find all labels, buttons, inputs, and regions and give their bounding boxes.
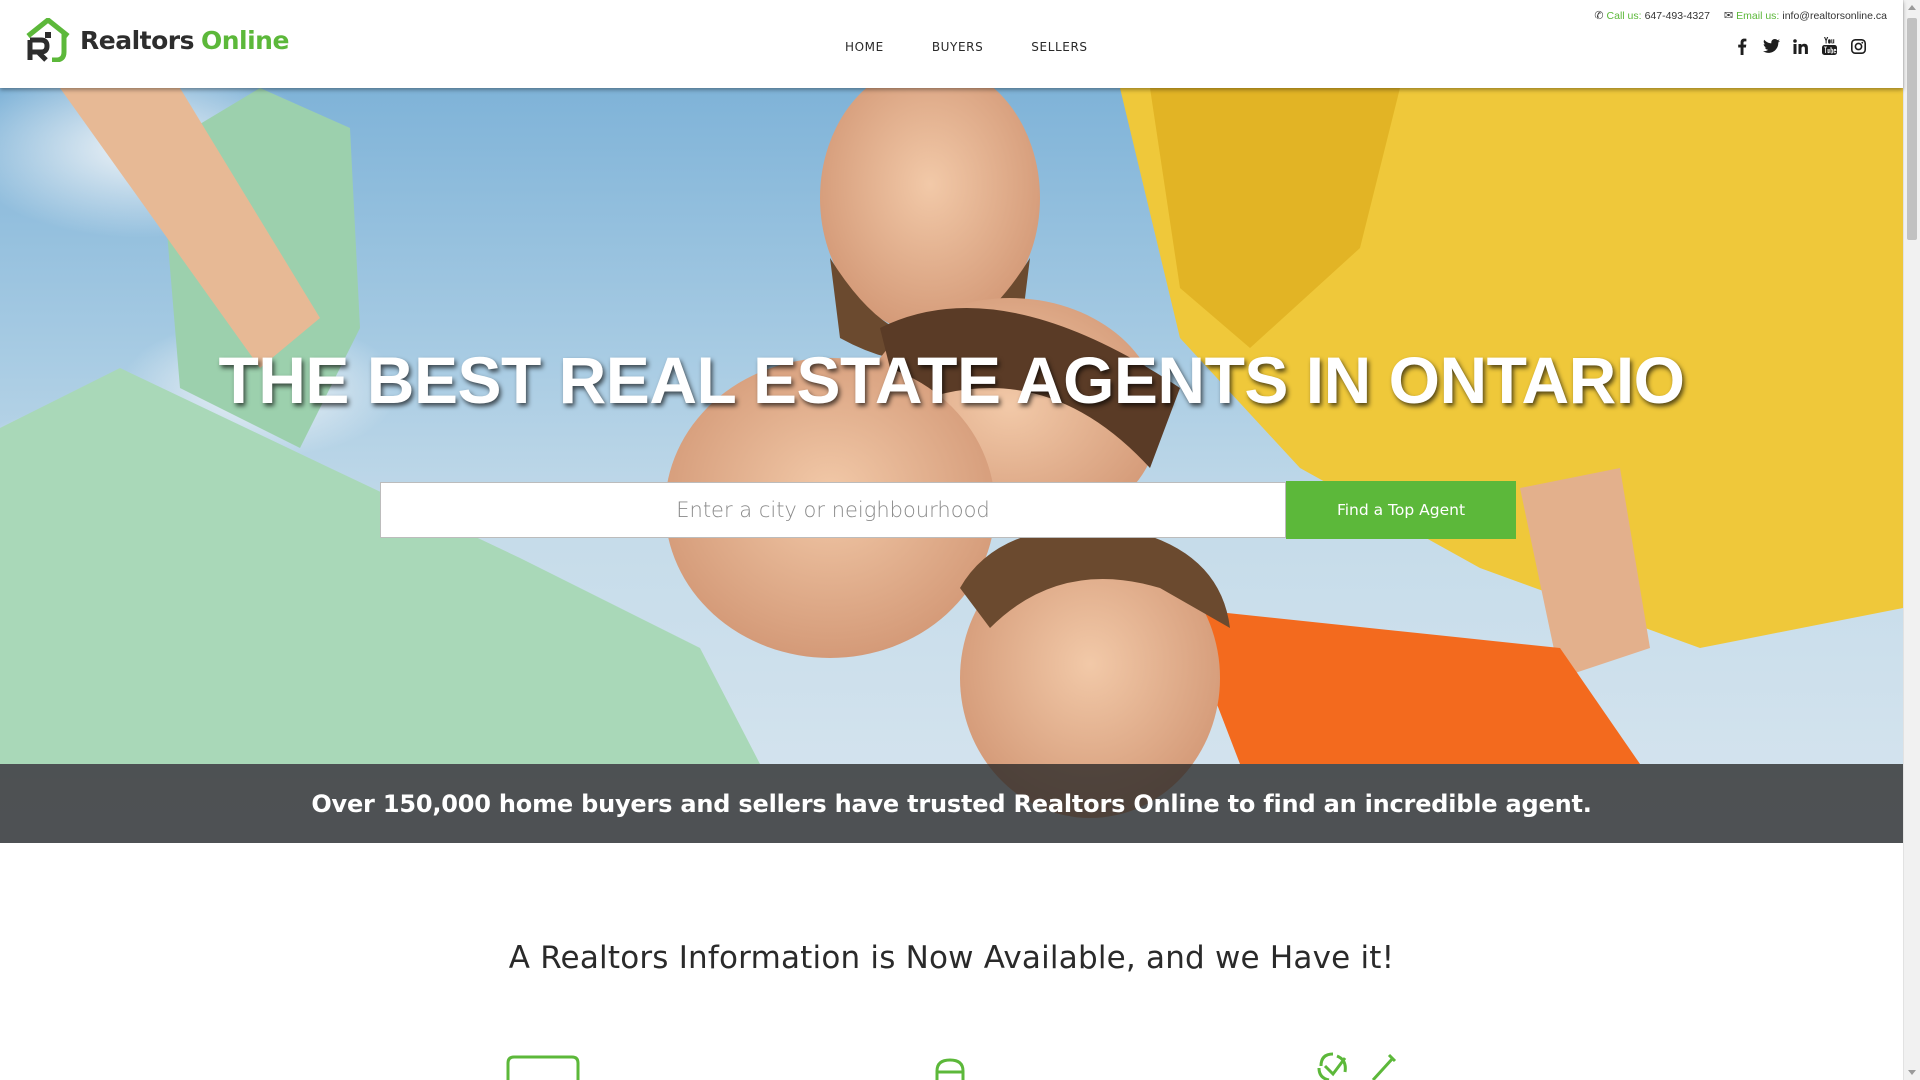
trust-banner: Over 150,000 home buyers and sellers hav… <box>0 764 1903 843</box>
nav-home[interactable]: HOME <box>845 40 884 54</box>
contact-phone[interactable]: ✆ Call us: 647-493-4327 <box>1594 9 1710 23</box>
logo-text: Realtors Online <box>80 26 289 55</box>
scroll-up-arrow-icon[interactable] <box>1908 5 1916 10</box>
twitter-icon[interactable] <box>1762 37 1780 55</box>
email-value: info@realtorsonline.ca <box>1782 9 1887 22</box>
main-nav: HOME BUYERS SELLERS <box>845 40 1136 54</box>
agent-search-form: Find a Top Agent <box>380 481 1516 539</box>
hero-background-photo <box>0 88 1903 818</box>
find-agent-button[interactable]: Find a Top Agent <box>1286 481 1516 539</box>
nav-sellers[interactable]: SELLERS <box>1031 40 1087 54</box>
youtube-icon[interactable] <box>1820 37 1838 55</box>
feature-lock-icon <box>935 1058 965 1080</box>
hero-title: THE BEST REAL ESTATE AGENTS IN ONTARIO <box>218 343 1685 417</box>
phone-label: Call us: <box>1606 9 1642 22</box>
instagram-icon[interactable] <box>1849 37 1867 55</box>
envelope-icon: ✉ <box>1723 10 1734 22</box>
city-search-input[interactable] <box>380 482 1286 538</box>
facebook-icon[interactable] <box>1733 37 1751 55</box>
contact-email[interactable]: ✉ Email us: info@realtorsonline.ca <box>1723 9 1887 23</box>
social-links <box>1722 37 1867 55</box>
trust-text: Over 150,000 home buyers and sellers hav… <box>311 789 1592 818</box>
contact-bar: ✆ Call us: 647-493-4327 ✉ Email us: info… <box>1580 9 1887 23</box>
scroll-down-arrow-icon[interactable] <box>1908 1070 1916 1075</box>
house-r-logo-icon <box>24 18 72 62</box>
nav-buyers[interactable]: BUYERS <box>932 40 983 54</box>
scrollbar-thumb[interactable] <box>1907 18 1917 240</box>
site-header: Realtors Online HOME BUYERS SELLERS ✆ Cal… <box>0 0 1903 88</box>
hero-section: THE BEST REAL ESTATE AGENTS IN ONTARIO F… <box>0 88 1903 843</box>
phone-icon: ✆ <box>1594 10 1604 22</box>
section-title: A Realtors Information is Now Available,… <box>508 940 1395 976</box>
email-label: Email us: <box>1736 9 1780 22</box>
logo[interactable]: Realtors Online <box>24 18 289 62</box>
linkedin-icon[interactable] <box>1791 37 1809 55</box>
feature-card-icon <box>506 1055 580 1080</box>
logo-text-online: Online <box>200 25 289 55</box>
logo-text-realtors: Realtors <box>80 25 194 55</box>
phone-value: 647-493-4327 <box>1644 9 1710 22</box>
page-scrollbar[interactable] <box>1903 0 1920 1080</box>
feature-tools-icon <box>1317 1052 1397 1080</box>
